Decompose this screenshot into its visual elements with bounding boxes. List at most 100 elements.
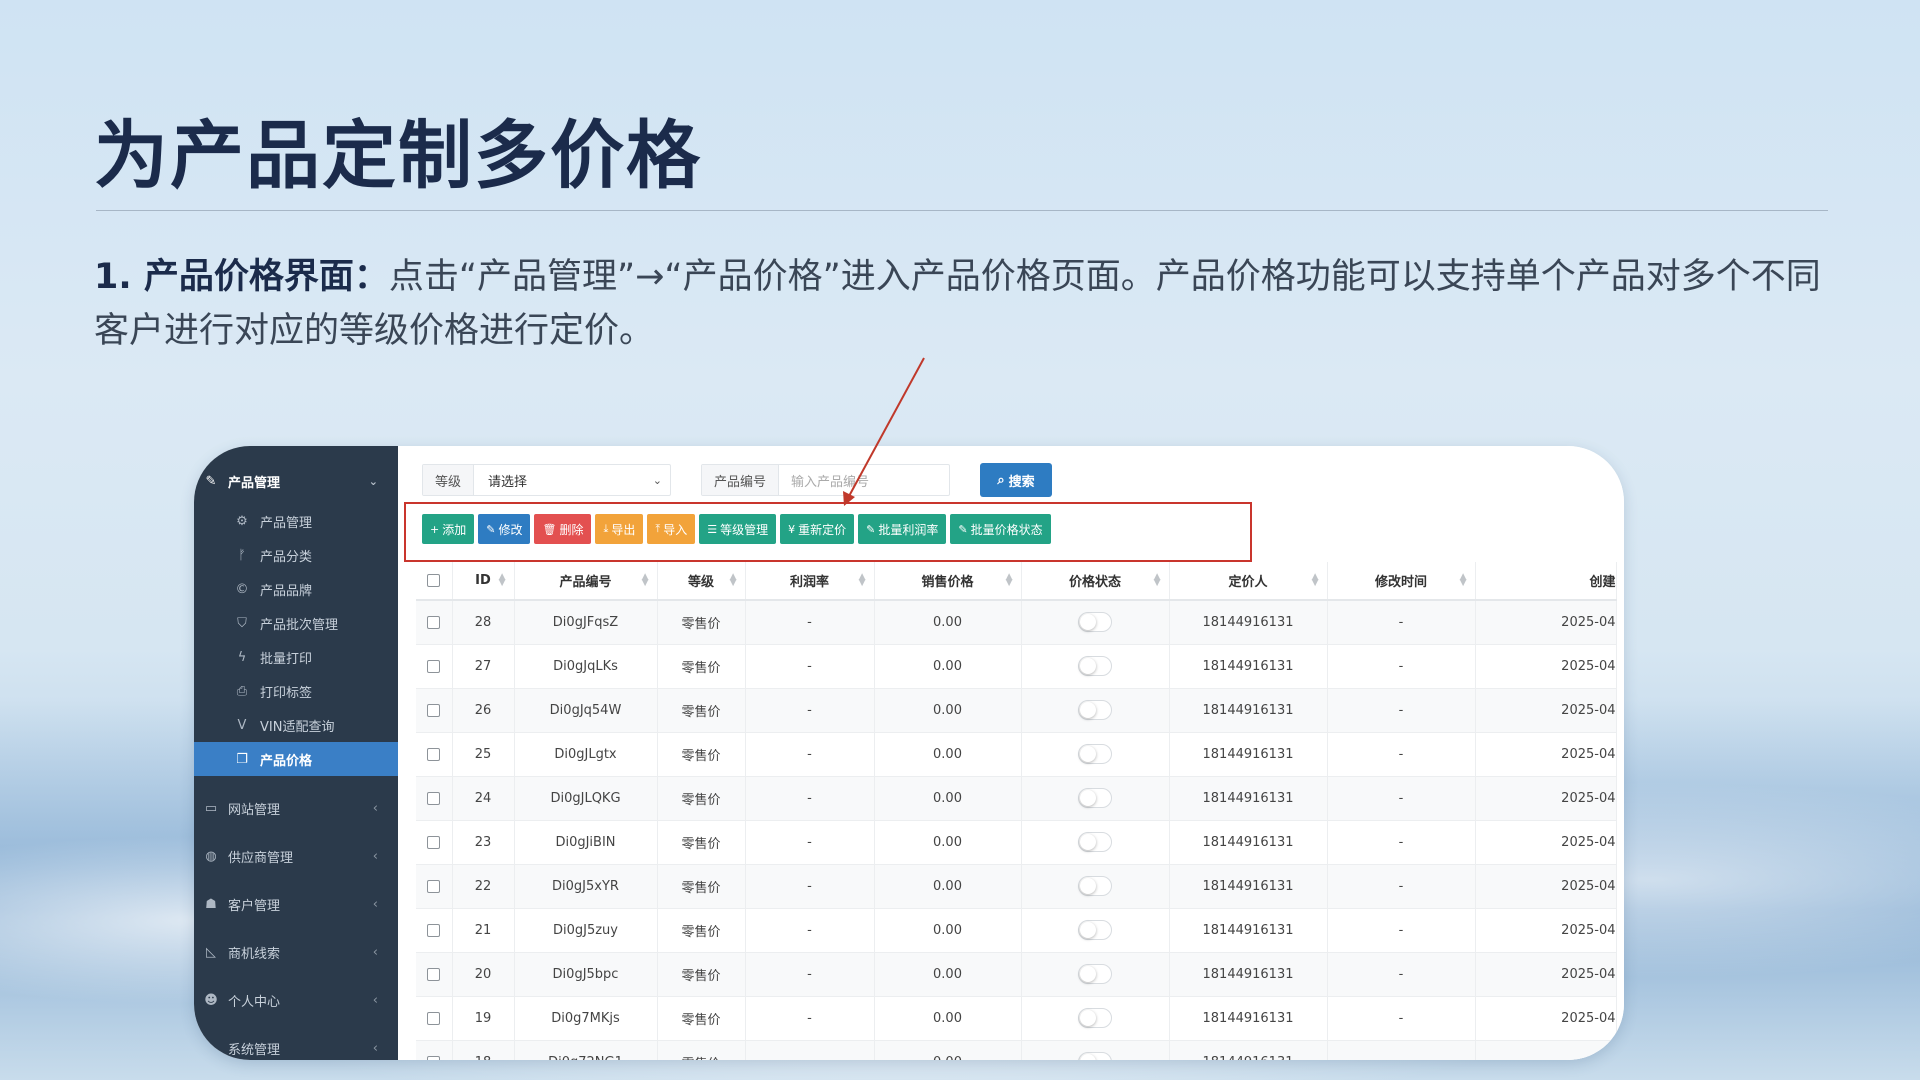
cell-code: Di0gJFqsZ xyxy=(514,600,658,645)
cell-created: 2025-04 xyxy=(1475,952,1617,997)
cell-id: 18 xyxy=(452,1040,515,1060)
price-status-toggle[interactable] xyxy=(1078,832,1112,852)
import-button[interactable]: ⤒ 导入 xyxy=(647,514,696,544)
column-header-label: 利润率 xyxy=(789,575,829,590)
cell-pricer: 18144916131 xyxy=(1169,908,1328,953)
row-checkbox[interactable] xyxy=(427,967,441,981)
column-header[interactable]: 创建 xyxy=(1475,562,1617,601)
sidebar-section[interactable]: ▭ 网站管理 ‹ xyxy=(194,784,398,832)
column-header[interactable]: 销售价格 ▲ ▼ xyxy=(874,562,1022,601)
table-row[interactable]: 28 Di0gJFqsZ 零售价 -0.00 18144916131-2025-04 xyxy=(416,600,1617,645)
row-checkbox[interactable] xyxy=(427,747,441,761)
column-header-label: 产品编号 xyxy=(559,575,612,590)
price-status-toggle[interactable] xyxy=(1078,612,1112,633)
add-button[interactable]: + 添加 xyxy=(422,514,475,544)
column-header[interactable]: 等级 ▲ ▼ xyxy=(657,562,746,601)
row-checkbox[interactable] xyxy=(427,923,441,937)
cell-price: 0.00 xyxy=(874,732,1022,777)
sidebar-item[interactable]: V VIN适配查询 xyxy=(194,708,398,742)
sort-icon: ▲ ▼ xyxy=(1005,572,1013,588)
cell-price-status xyxy=(1021,952,1170,997)
sidebar-item-label: 产品品牌 xyxy=(260,583,313,599)
sidebar-item[interactable]: ❐ 产品价格 xyxy=(194,742,398,776)
table-row[interactable]: 26 Di0gJq54W 零售价 -0.00 18144916131-2025-04 xyxy=(416,688,1617,733)
sidebar-section[interactable]: ☗ 客户管理 ‹ xyxy=(194,880,398,928)
edit-button[interactable]: ✎ 修改 xyxy=(478,514,531,544)
price-status-toggle[interactable] xyxy=(1078,1008,1112,1028)
cell-created: 2025-04 xyxy=(1475,776,1617,821)
row-select-cell xyxy=(416,908,453,953)
table-row[interactable]: 20 Di0gJ5bpc 零售价 -0.00 18144916131-2025-04 xyxy=(416,952,1617,997)
price-status-toggle[interactable] xyxy=(1078,744,1112,764)
code-input[interactable]: 输入产品编号 xyxy=(779,465,949,495)
row-select-cell xyxy=(416,732,453,777)
batch-margin-button[interactable]: ✎ 批量利润率 xyxy=(858,514,947,544)
price-status-toggle[interactable] xyxy=(1078,1052,1112,1060)
column-header[interactable]: 修改时间 ▲ ▼ xyxy=(1327,562,1476,601)
reprice-button[interactable]: ¥ 重新定价 xyxy=(780,514,855,544)
sidebar-section[interactable]: ◺ 商机线索 ‹ xyxy=(194,928,398,976)
table-row[interactable]: 25 Di0gJLgtx 零售价 -0.00 18144916131-2025-04 xyxy=(416,732,1617,777)
column-header[interactable]: 利润率 ▲ ▼ xyxy=(745,562,875,601)
cell-price-status xyxy=(1021,688,1170,733)
column-header[interactable]: 定价人 ▲ ▼ xyxy=(1169,562,1328,601)
price-status-toggle[interactable] xyxy=(1078,656,1112,676)
sidebar-item[interactable]: ᚠ 产品分类 xyxy=(194,538,398,572)
table-row[interactable]: 22 Di0gJ5xYR 零售价 -0.00 18144916131-2025-04 xyxy=(416,864,1617,909)
sidebar-item[interactable]: ⚙ 产品管理 xyxy=(194,504,398,538)
price-table-container: ID ▲ ▼ 产品编号 ▲ ▼ 等级 ▲ ▼ 利润率 ▲ ▼ 销售价格 ▲ ▼ 价格状态 ▲ ▼ 定价人 ▲ ▼ 修改时间… xyxy=(416,562,1624,1060)
sidebar-section[interactable]: ☻ 个人中心 ‹ xyxy=(194,976,398,1024)
column-header[interactable]: 产品编号 ▲ ▼ xyxy=(514,562,658,601)
batch-price-status-button[interactable]: ✎ 批量价格状态 xyxy=(950,514,1051,544)
sidebar-section-label: 系统管理 xyxy=(228,1042,281,1058)
price-status-toggle[interactable] xyxy=(1078,876,1112,896)
cell-pricer: 18144916131 xyxy=(1169,996,1328,1041)
level-manage-button[interactable]: ☰ 等级管理 xyxy=(699,514,777,544)
cell-modified: - xyxy=(1327,776,1476,821)
cell-price-status xyxy=(1021,908,1170,953)
level-select[interactable]: 请选择 ⌄ xyxy=(474,465,670,495)
cell-code: Di0gJq54W xyxy=(514,688,658,733)
sidebar-item[interactable]: ⎙ 打印标签 xyxy=(194,674,398,708)
table-row[interactable]: 23 Di0gJiBIN 零售价 -0.00 18144916131-2025-04 xyxy=(416,820,1617,865)
sidebar-section[interactable]: 系统管理 ‹ xyxy=(194,1024,398,1060)
sidebar-item[interactable]: ϟ 批量打印 xyxy=(194,640,398,674)
row-checkbox[interactable] xyxy=(427,1011,441,1025)
sidebar-item[interactable]: ⛉ 产品批次管理 xyxy=(194,606,398,640)
column-header[interactable]: ID ▲ ▼ xyxy=(452,562,515,601)
row-checkbox[interactable] xyxy=(427,1055,441,1060)
column-header[interactable]: 价格状态 ▲ ▼ xyxy=(1021,562,1170,601)
price-status-toggle[interactable] xyxy=(1078,788,1112,808)
table-row[interactable]: 18Di0g72NG1零售价-0.0018144916131-202 xyxy=(416,1040,1617,1060)
table-body: 28 Di0gJFqsZ 零售价 -0.00 18144916131-2025-04 27… xyxy=(416,600,1617,1060)
price-status-toggle[interactable] xyxy=(1078,964,1112,984)
price-status-toggle[interactable] xyxy=(1078,920,1112,940)
sidebar-item[interactable]: © 产品品牌 xyxy=(194,572,398,606)
cell-created: 2025-04 xyxy=(1475,688,1617,733)
sidebar-item-label: VIN适配查询 xyxy=(260,719,335,735)
delete-button[interactable]: 🗑 删除 xyxy=(534,514,592,544)
row-checkbox[interactable] xyxy=(427,879,441,893)
cell-id: 28 xyxy=(452,600,515,645)
search-button[interactable]: ⌕ 搜索 xyxy=(980,463,1053,497)
row-checkbox[interactable] xyxy=(427,791,441,805)
row-checkbox[interactable] xyxy=(427,835,441,849)
table-row[interactable]: 21 Di0gJ5zuy 零售价 -0.00 18144916131-2025-04 xyxy=(416,908,1617,953)
slide-title: 为产品定制多价格 xyxy=(94,113,702,199)
row-checkbox[interactable] xyxy=(427,615,441,629)
cell-price-status xyxy=(1021,864,1170,909)
row-checkbox[interactable] xyxy=(427,703,441,717)
select-all-header[interactable] xyxy=(416,562,453,601)
row-checkbox[interactable] xyxy=(427,659,441,673)
chevron-left-icon: ‹ xyxy=(372,1040,378,1056)
sidebar-section[interactable]: ◍ 供应商管理 ‹ xyxy=(194,832,398,880)
chevron-down-icon: ⌄ xyxy=(368,474,378,488)
export-button[interactable]: ⤓ 导出 xyxy=(595,514,644,544)
sidebar-group-product[interactable]: ✎ 产品管理 ⌄ xyxy=(194,458,398,504)
table-row[interactable]: 24 Di0gJLQKG 零售价 -0.00 18144916131-2025-04 xyxy=(416,776,1617,821)
cell-level: 零售价 xyxy=(657,1040,746,1060)
table-row[interactable]: 19 Di0g7MKjs 零售价 -0.00 18144916131-2025-04 xyxy=(416,996,1617,1041)
price-status-toggle[interactable] xyxy=(1078,700,1112,720)
select-all-checkbox[interactable] xyxy=(427,574,441,587)
table-row[interactable]: 27 Di0gJqLKs 零售价 -0.00 18144916131-2025-04 xyxy=(416,644,1617,689)
